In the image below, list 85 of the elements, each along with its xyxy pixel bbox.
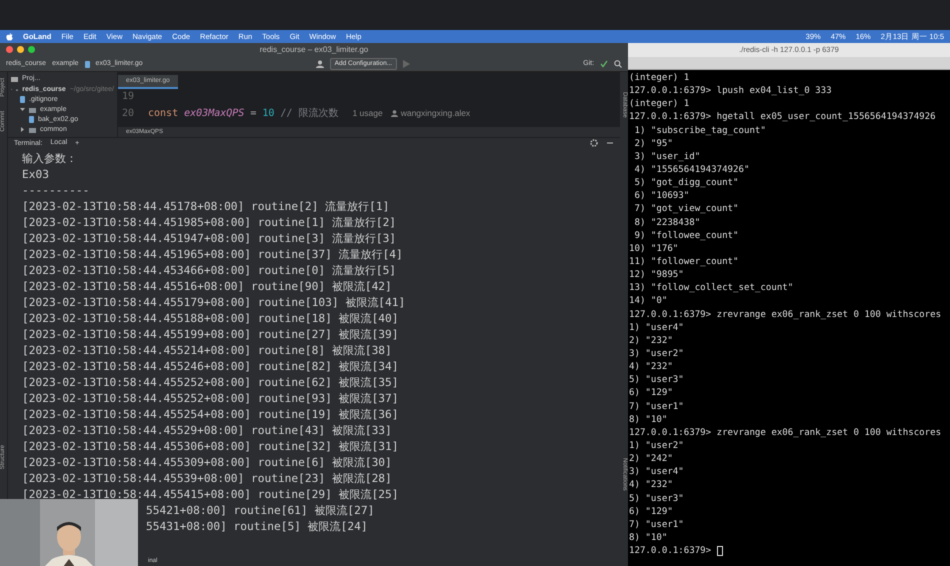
terminal-line: 127.0.0.1:6379> zrevrange ex06_rank_zset 0 100 withscores [629, 308, 942, 322]
terminal-line: 11) "follower_count" [629, 256, 740, 269]
terminal-line: 7) "user1" [629, 518, 685, 532]
expanded-arrow-icon[interactable] [20, 107, 25, 112]
line-number: 19 [121, 90, 136, 104]
terminal-line: 4) "232" [629, 479, 674, 492]
terminal-line: [2023-02-13T10:58:44.455306+08:00] routine[32] 被限流[31] [22, 439, 400, 455]
code-token: ex03MaxQPS [184, 108, 244, 119]
terminal-line: 6) "10693" [633, 190, 690, 204]
settings-icon[interactable] [590, 139, 598, 147]
terminal-line: [2023-02-13T10:58:44.455188+08:00] routine[18] 被限流[40] [22, 311, 400, 327]
terminal-line: 13) "follow_collect_set_count" [629, 282, 794, 296]
terminal-line: 55421+08:00] routine[61] 被限流[27] [146, 503, 376, 519]
terminal-line: 3) "user_id" [633, 150, 702, 164]
terminal-line: 3) "user4" [629, 466, 685, 480]
terminal-line: 2) "232" [629, 334, 674, 348]
terminal-line: Ex03 [22, 167, 50, 183]
terminal-line: [2023-02-13T10:58:44.45516+08:00] routine[90] 被限流[42] [22, 279, 393, 295]
folder-icon [29, 126, 36, 132]
terminal-line: 127.0.0.1:6379> zrevrange ex06_rank_zset 0 100 withscores [629, 426, 942, 440]
terminal-line: 3) "user2" [629, 348, 685, 361]
code-token: const [148, 108, 178, 119]
terminal-line: [2023-02-13T10:58:44.455179+08:00] routine[103] 被限流[41] [22, 295, 406, 311]
terminal-line: [2023-02-13T10:58:44.45529+08:00] routine[43] 被限流[33] [22, 423, 393, 439]
terminal-line: [2023-02-13T10:58:44.455309+08:00] routine[6] 被限流[30] [22, 455, 393, 471]
terminal-line: [2023-02-13T10:58:44.455252+08:00] routine[93] 被限流[37] [22, 391, 400, 407]
terminal-line: 14) "0" [629, 295, 668, 308]
terminal-line: 8) "10" [629, 532, 668, 545]
terminal-line: 7) "got_view_count" [633, 203, 740, 216]
terminal-line: [2023-02-13T10:58:44.455214+08:00] routine[8] 被限流[38] [22, 343, 393, 359]
apple-icon [6, 32, 13, 40]
terminal-line: [2023-02-13T10:58:44.451985+08:00] routine[1] 流量放行[2] [22, 215, 398, 231]
file-icon [29, 116, 34, 123]
terminal-line: 6) "129" [629, 387, 674, 400]
terminal-line: 127.0.0.1:6379> [629, 546, 712, 556]
terminal-line: 6) "129" [629, 506, 674, 519]
code-token: // 限流次数 [280, 108, 338, 119]
terminal-line: [2023-02-13T10:58:44.455415+08:00] routine[29] 被限流[25] [22, 487, 400, 503]
usage-hint[interactable]: 1 usage [352, 108, 383, 118]
file-icon [20, 96, 25, 103]
folder-icon [29, 106, 36, 112]
user-icon[interactable] [316, 60, 324, 68]
terminal-line: 5) "user3" [629, 374, 685, 388]
terminal-line: (integer) 1 [629, 72, 690, 85]
terminal-line: 4) "232" [629, 361, 674, 374]
terminal-line: [2023-02-13T10:58:44.455254+08:00] routine[19] 被限流[36] [22, 407, 400, 423]
terminal-line: 4) "1556564194374926" [633, 164, 750, 177]
terminal-line: [2023-02-13T10:58:44.453466+08:00] routine[0] 流量放行[5] [22, 263, 398, 279]
collapsed-arrow-icon[interactable] [20, 127, 25, 132]
author-hint: wangxingxing.alex [400, 108, 470, 118]
cursor [716, 546, 723, 556]
terminal-line: (integer) 1 [629, 98, 690, 112]
terminal-line: 8) "10" [629, 414, 668, 427]
terminal-line: [2023-02-13T10:58:44.45539+08:00] routine[23] 被限流[28] [22, 471, 393, 487]
file-icon [84, 60, 90, 68]
terminal-line: [2023-02-13T10:58:44.455199+08:00] routine[27] 被限流[39] [22, 327, 400, 343]
terminal-line: 5) "user3" [629, 492, 685, 506]
line-number: 20 [121, 106, 136, 121]
terminal-line: 2) "242" [629, 453, 674, 466]
check-icon[interactable] [600, 60, 608, 68]
user-icon [390, 110, 398, 117]
window-title: redis_course – ex03_limiter.go [260, 45, 368, 54]
terminal-line: 1) "user4" [629, 322, 685, 335]
terminal-line: [2023-02-13T10:58:44.451947+08:00] routine[3] 流量放行[3] [22, 231, 398, 247]
terminal-line: ---------- [22, 183, 90, 199]
terminal-line: 127.0.0.1:6379> lpush ex04_list_0 333 [629, 85, 833, 98]
terminal-line: [2023-02-13T10:58:44.455252+08:00] routine[62] 被限流[35] [22, 375, 400, 391]
search-icon[interactable] [614, 60, 622, 68]
terminal-line: 5) "got_digg_count" [633, 177, 740, 190]
terminal-line: 9) "followee_count" [633, 230, 740, 243]
code-token: 10 [262, 108, 274, 119]
terminal-line: 2) "95" [633, 138, 674, 151]
terminal-line: 12) "9895" [629, 269, 685, 282]
terminal-line: 8) "2238438" [633, 216, 702, 230]
terminal-line: 7) "user1" [629, 400, 685, 414]
terminal-line: 输入参数： [22, 151, 78, 167]
terminal-line: 127.0.0.1:6379> hgetall ex05_user_count_1556564194374926 [629, 111, 937, 124]
terminal-line: [2023-02-13T10:58:44.45178+08:00] routine[2] 流量放行[1] [22, 199, 390, 215]
terminal-line: [2023-02-13T10:58:44.451965+08:00] routine[37] 流量放行[4] [22, 247, 404, 263]
terminal-line: 10) "176" [629, 242, 680, 256]
terminal-line: 55431+08:00] routine[5] 被限流[24] [146, 519, 369, 535]
terminal-line: [2023-02-13T10:58:44.455246+08:00] routine[82] 被限流[34] [22, 359, 400, 375]
terminal-line: 1) "user2" [629, 440, 685, 453]
terminal-line: 1) "subscribe_tag_count" [633, 124, 767, 138]
code-token: = [250, 108, 256, 119]
